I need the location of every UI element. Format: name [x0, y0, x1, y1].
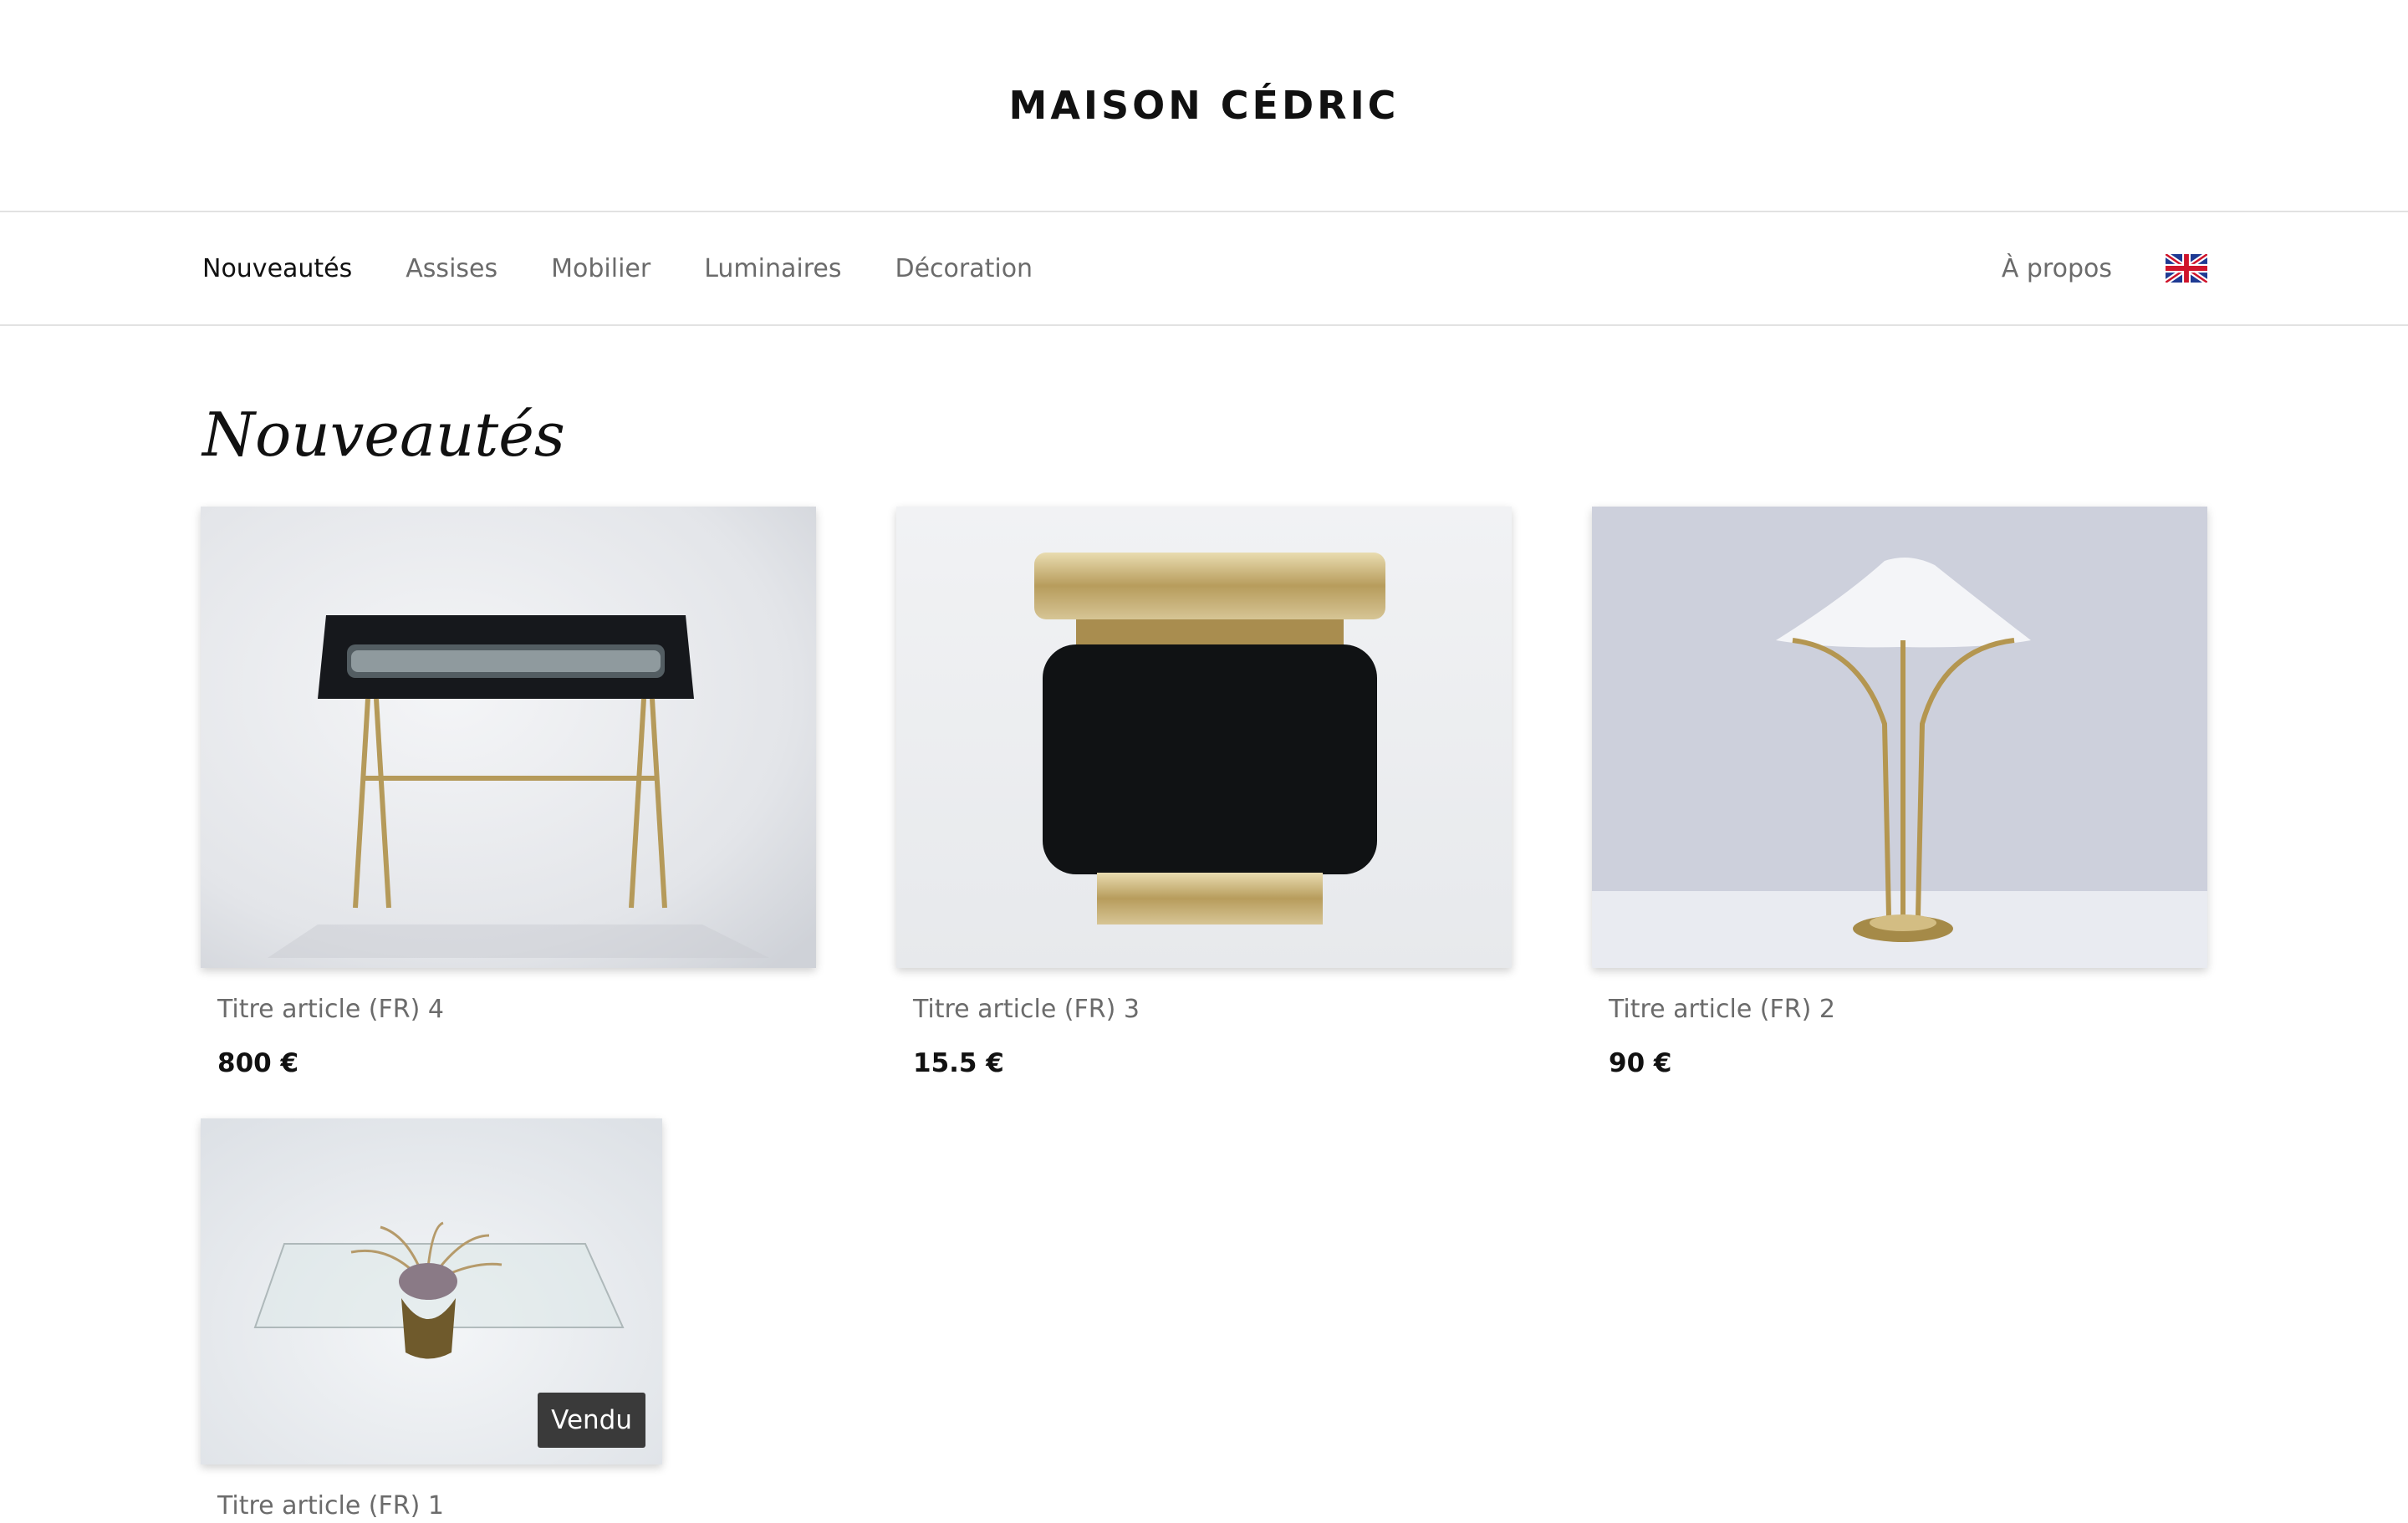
- product-card[interactable]: Titre article (FR) 3 15.5 €: [896, 507, 1512, 1080]
- nav-item-about[interactable]: À propos: [2002, 254, 2112, 283]
- product-price: 15.5 €: [913, 1048, 1004, 1078]
- product-title[interactable]: Titre article (FR) 4: [217, 993, 816, 1026]
- uk-flag-icon[interactable]: [2166, 254, 2207, 283]
- secondary-nav: À propos: [2002, 212, 2207, 324]
- site-header: MAISON CÉDRIC: [0, 0, 2408, 212]
- product-card[interactable]: Titre article (FR) 2 90 €: [1592, 507, 2207, 1080]
- sold-badge: Vendu: [538, 1393, 645, 1448]
- page-title: Nouveautés: [202, 400, 565, 470]
- category-nav: Nouveautés Assises Mobilier Luminaires D…: [202, 212, 1033, 324]
- product-price: 90 €: [1609, 1048, 1672, 1078]
- product-title[interactable]: Titre article (FR) 3: [913, 993, 1512, 1026]
- brass-table-lamp-photo[interactable]: [1592, 507, 2207, 968]
- main-nav: Nouveautés Assises Mobilier Luminaires D…: [0, 212, 2408, 326]
- product-card[interactable]: Vendu Titre article (FR) 1: [201, 1118, 662, 1523]
- nav-item-assises[interactable]: Assises: [406, 254, 497, 283]
- black-tray-table-photo[interactable]: [201, 507, 816, 968]
- glass-coffee-table-photo[interactable]: Vendu: [201, 1118, 662, 1464]
- black-brass-cabinet-photo[interactable]: [896, 507, 1512, 968]
- product-title[interactable]: Titre article (FR) 1: [217, 1490, 662, 1523]
- nav-item-decoration[interactable]: Décoration: [895, 254, 1033, 283]
- product-card[interactable]: Titre article (FR) 4 800 €: [201, 507, 816, 1080]
- site-logo[interactable]: MAISON CÉDRIC: [0, 80, 2408, 130]
- nav-item-luminaires[interactable]: Luminaires: [704, 254, 841, 283]
- product-title[interactable]: Titre article (FR) 2: [1609, 993, 2207, 1026]
- product-price: 800 €: [217, 1048, 299, 1078]
- nav-item-mobilier[interactable]: Mobilier: [551, 254, 650, 283]
- nav-item-nouveautes[interactable]: Nouveautés: [202, 254, 352, 283]
